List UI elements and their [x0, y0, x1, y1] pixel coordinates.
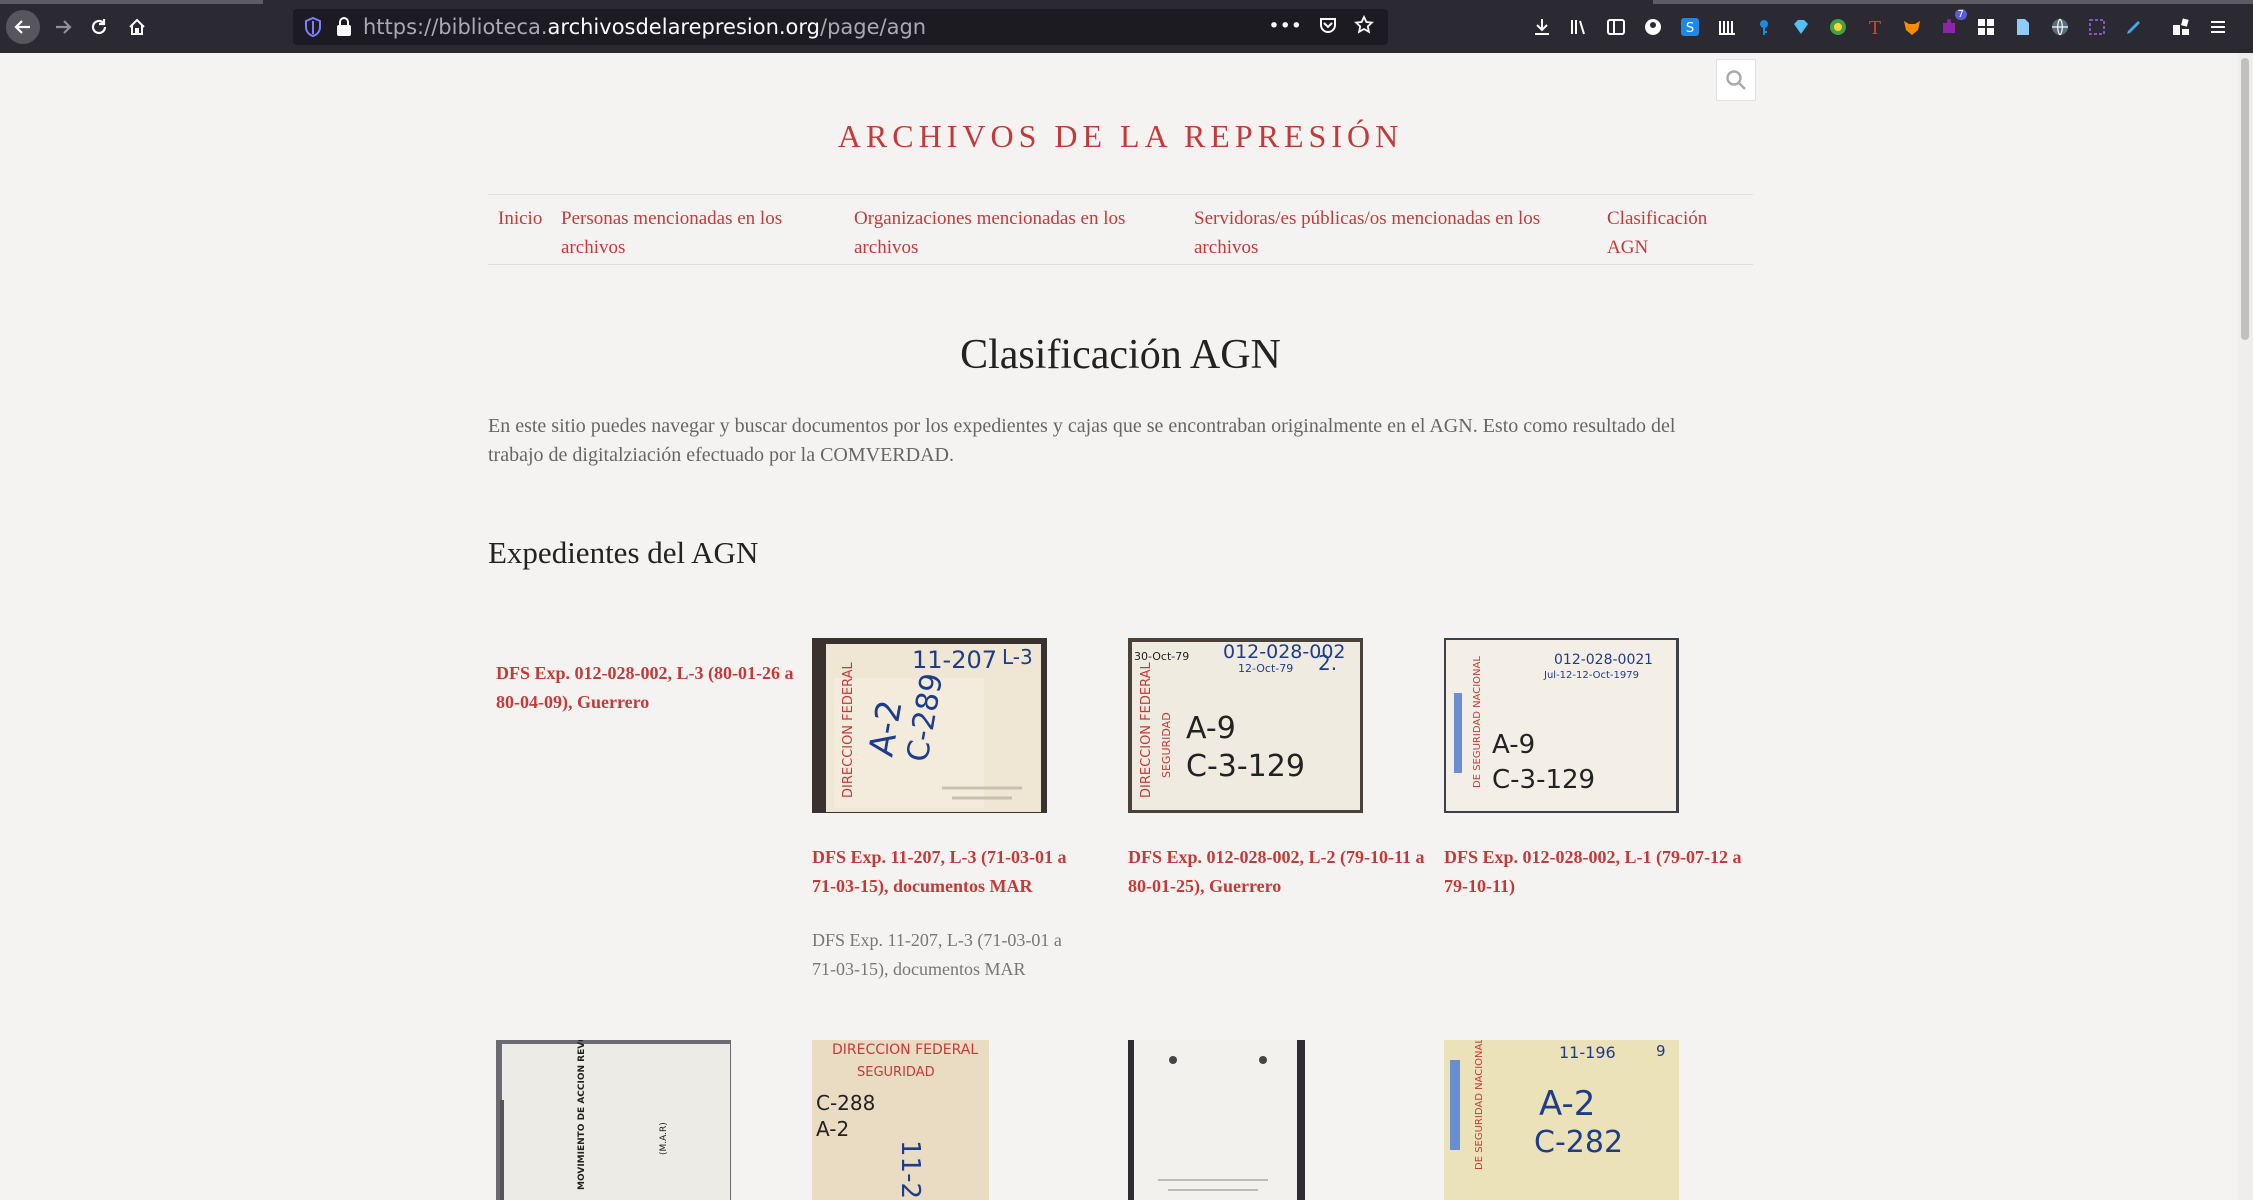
hamburger-menu-icon[interactable] [2206, 15, 2230, 39]
intro-text: En este sitio puedes navegar y buscar do… [488, 415, 1676, 466]
svg-text:DE SEGURIDAD NACIONAL: DE SEGURIDAD NACIONAL [1474, 1040, 1485, 1170]
svg-text:DIRECCION FEDERAL: DIRECCION FEDERAL [1139, 662, 1154, 798]
item-caption-2: DFS Exp. 11-207, L-3 (71-03-01 a 71-03-15… [812, 930, 1062, 979]
extension-badge: 7 [1954, 9, 1967, 20]
menu-item-inicio[interactable]: Inicio [498, 204, 542, 233]
svg-text:012-028-002: 012-028-002 [1554, 652, 1644, 668]
svg-text:Jul-12-12-Oct-1979: Jul-12-12-Oct-1979 [1543, 670, 1639, 681]
arrow-right-icon [56, 20, 72, 34]
search-icon [1726, 70, 1746, 90]
tracking-shield-icon[interactable] [303, 16, 323, 43]
reload-button[interactable] [82, 10, 116, 44]
extension-fox-icon[interactable] [1900, 15, 1924, 39]
extension-gem-icon[interactable] [1789, 15, 1813, 39]
svg-text:C-288: C-288 [816, 1091, 875, 1115]
forward-button[interactable] [46, 10, 80, 44]
svg-text:A-9: A-9 [1492, 730, 1535, 760]
svg-text:C-282: C-282 [1534, 1125, 1623, 1160]
svg-text:C-3-129: C-3-129 [1492, 765, 1595, 795]
item-link-2[interactable]: DFS Exp. 11-207, L-3 (71-03-01 a 71-03-15… [812, 843, 1067, 901]
svg-text:1: 1 [1644, 652, 1653, 668]
item-link-4[interactable]: DFS Exp. 012-028-002, L-1 (79-07-12 a 79-… [1444, 843, 1742, 901]
site-title[interactable]: ARCHIVOS DE LA REPRESIÓN [488, 118, 1753, 155]
menu-item-personas[interactable]: Personas mencionadas en los archivos [561, 204, 782, 262]
search-button[interactable] [1716, 59, 1756, 101]
extension-key-icon[interactable] [1752, 15, 1776, 39]
row2-thumbnail-1[interactable]: MOVIMIENTO DE ACCION REVOLUCIONARIA (M.A… [496, 1040, 731, 1200]
account-icon[interactable] [1641, 15, 1665, 39]
main-menu: Inicio Personas mencionadas en los archiv… [488, 194, 1753, 265]
menu-item-organizaciones[interactable]: Organizaciones mencionadas en los archivo… [854, 204, 1125, 262]
extension-grid-icon[interactable] [1974, 15, 1998, 39]
url-text[interactable]: https://biblioteca.archivosdelarepresion… [363, 15, 926, 39]
section-title: Expedientes del AGN [488, 535, 759, 570]
extension-pen-icon[interactable] [2122, 15, 2146, 39]
svg-text:S: S [1686, 21, 1694, 36]
svg-text:MOVIMIENTO DE ACCION REVOLUCIO: MOVIMIENTO DE ACCION REVOLUCIONARIA [577, 1040, 587, 1190]
extension-bars-icon[interactable] [1715, 15, 1739, 39]
url-domain: archivosdelarepresion.org [547, 15, 820, 39]
page-actions-icon[interactable]: ••• [1268, 15, 1302, 40]
svg-text:SEGURIDAD: SEGURIDAD [857, 1065, 935, 1080]
svg-text:(M.A.R): (M.A.R) [659, 1122, 669, 1155]
address-bar[interactable]: https://biblioteca.archivosdelarepresion… [293, 9, 1388, 45]
menu-item-servidores[interactable]: Servidoras/es públicas/os mencionadas en… [1194, 204, 1540, 262]
svg-text:11-207: 11-207 [912, 646, 997, 674]
pocket-icon[interactable] [1318, 15, 1338, 40]
svg-text:9: 9 [1656, 1042, 1666, 1060]
reload-icon [91, 19, 107, 35]
item-link-1[interactable]: DFS Exp. 012-028-002, L-3 (80-01-26 a 80-… [496, 659, 794, 717]
svg-text:DIRECCION FEDERAL: DIRECCION FEDERAL [832, 1042, 978, 1058]
svg-text:11-20: 11-20 [895, 1140, 925, 1200]
extension-s-icon[interactable]: S [1678, 15, 1702, 39]
extension-globe-icon[interactable] [2048, 15, 2072, 39]
item-thumbnail-3[interactable]: 30-Oct-79 012-028-002 12-Oct-79 2. DIREC… [1128, 638, 1363, 813]
page-title: Clasificación AGN [960, 332, 1281, 378]
svg-text:A-2: A-2 [816, 1117, 849, 1141]
svg-text:A-2: A-2 [1539, 1084, 1595, 1124]
svg-text:DE SEGURIDAD NACIONAL: DE SEGURIDAD NACIONAL [1472, 656, 1483, 788]
arrow-left-icon [14, 20, 30, 34]
item-thumbnail-2[interactable]: 11-207 L-3 DIRECCION FEDERAL A-2 C-289 [812, 638, 1047, 813]
item-thumbnail-4[interactable]: 012-028-002 1 Jul-12-12-Oct-1979 DE SEGU… [1444, 638, 1679, 813]
row2-thumbnail-4[interactable]: 11-196 9 DE SEGURIDAD NACIONAL A-2 C-282 [1444, 1040, 1679, 1200]
extensions-icon[interactable] [2169, 15, 2193, 39]
extension-doc-icon[interactable] [2011, 15, 2035, 39]
svg-text:30-Oct-79: 30-Oct-79 [1134, 650, 1189, 663]
item-link-3[interactable]: DFS Exp. 012-028-002, L-2 (79-10-11 a 80-… [1128, 843, 1425, 901]
svg-text:DIRECCION FEDERAL: DIRECCION FEDERAL [841, 662, 856, 798]
extension-puzzle-icon[interactable]: 7 [1937, 9, 1967, 39]
svg-text:12-Oct-79: 12-Oct-79 [1238, 662, 1293, 675]
active-tab-indicator [0, 0, 263, 4]
bookmark-star-icon[interactable] [1354, 14, 1374, 40]
extension-circle-icon[interactable] [1826, 15, 1850, 39]
svg-text:L-3: L-3 [1002, 645, 1033, 669]
svg-text:11-196: 11-196 [1559, 1043, 1616, 1062]
library-icon[interactable] [1567, 15, 1591, 39]
back-button[interactable] [6, 10, 40, 44]
extension-screenshot-icon[interactable] [2085, 15, 2109, 39]
url-prefix: https://biblioteca. [363, 15, 548, 39]
home-icon [129, 18, 145, 35]
svg-text:2.: 2. [1318, 651, 1337, 675]
row2-thumbnail-3[interactable] [1128, 1040, 1305, 1200]
svg-text:SEGURIDAD: SEGURIDAD [1160, 712, 1173, 778]
download-icon[interactable] [1530, 15, 1554, 39]
svg-text:A-9: A-9 [1186, 711, 1236, 746]
url-path: /page/agn [820, 15, 927, 39]
row2-thumbnail-2[interactable]: DIRECCION FEDERAL SEGURIDAD C-288 A-2 11… [812, 1040, 989, 1200]
scrollbar-thumb[interactable] [2241, 58, 2249, 340]
home-button[interactable] [120, 10, 154, 44]
menu-item-clasificacion-agn[interactable]: Clasificación AGN [1607, 204, 1707, 262]
sidebar-icon[interactable] [1604, 15, 1628, 39]
svg-text:T: T [1869, 18, 1881, 37]
svg-text:C-3-129: C-3-129 [1186, 749, 1305, 784]
browser-toolbar: https://biblioteca.archivosdelarepresion… [0, 0, 2253, 53]
tab-strip-segment [1653, 0, 2253, 4]
extension-t-icon[interactable]: T [1863, 15, 1887, 39]
lock-icon[interactable] [335, 16, 353, 43]
